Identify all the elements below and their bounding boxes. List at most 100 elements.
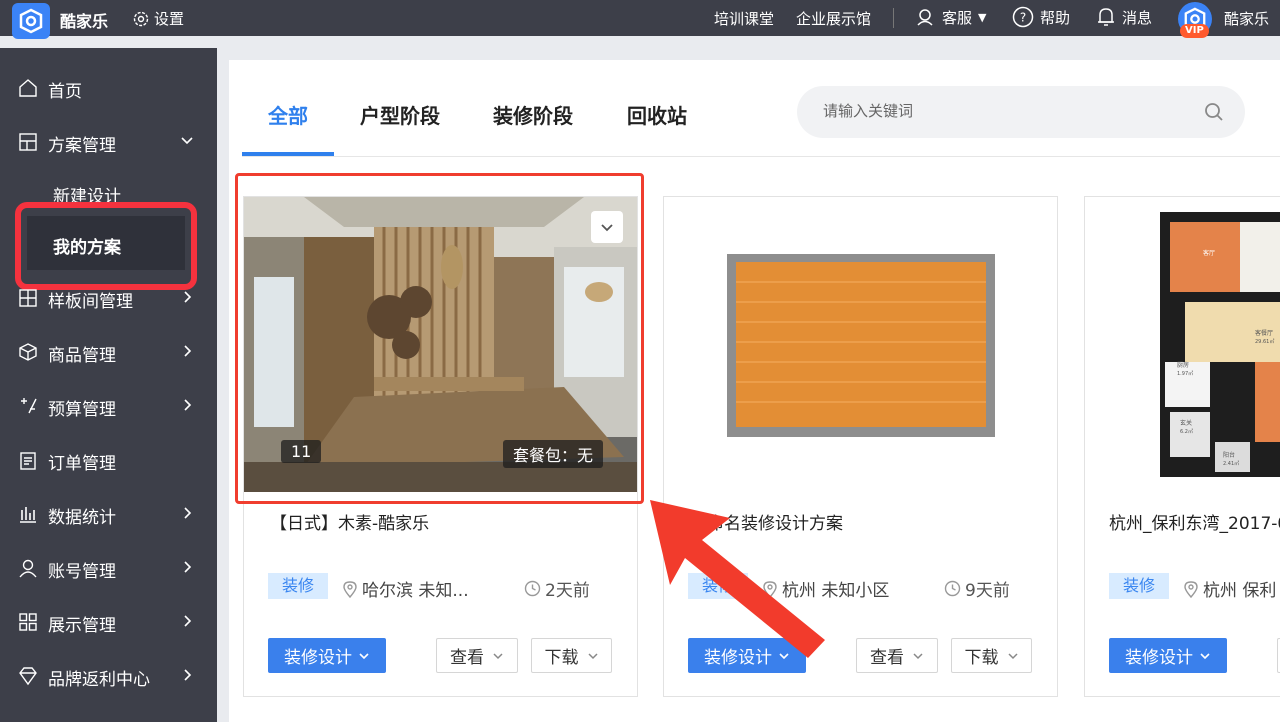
floor-render-image (727, 254, 995, 437)
button-label: 查看 (870, 648, 904, 668)
chevron-down-icon (181, 137, 193, 145)
sidebar-item-products[interactable]: 商品管理 (0, 332, 217, 372)
settings-button[interactable]: 设置 (132, 8, 184, 29)
stage-tag: 装修 (1109, 573, 1169, 599)
clock-icon (944, 580, 961, 597)
location-text: 哈尔滨 未知... (362, 581, 469, 601)
plan-thumbnail[interactable] (664, 197, 1057, 492)
chevron-right-icon (184, 507, 192, 519)
floorplan-label: 客餐厅 (1255, 329, 1273, 337)
chevron-right-icon (184, 291, 192, 303)
view-button[interactable]: 查看 (436, 638, 518, 673)
sidebar-item-label: 数据统计 (48, 508, 116, 528)
view-button[interactable]: 查看 (856, 638, 938, 673)
app-name: 酷家乐 (60, 12, 109, 31)
grid-icon (19, 289, 37, 307)
sidebar-item-orders[interactable]: 订单管理 (0, 440, 217, 480)
apps-icon (19, 613, 37, 631)
sidebar-item-display[interactable]: 展示管理 (0, 602, 217, 642)
tab-recycle-bin[interactable]: 回收站 (627, 100, 687, 129)
training-link[interactable]: 培训课堂 (714, 8, 774, 29)
plan-card[interactable]: 客厅 客餐厅 29.61㎡ 厨房 1.97㎡ 玄关 6.2㎡ 阳台 2.41㎡ … (1084, 196, 1280, 697)
sidebar-item-budget[interactable]: 预算管理 (0, 386, 217, 426)
tab-decoration-stage[interactable]: 装修阶段 (493, 100, 573, 129)
annotation-arrow (650, 500, 825, 658)
sidebar: 首页 方案管理 新建设计 我的方案 样板间管理 商品管理 预算管理 订单管理 数… (0, 48, 217, 722)
user-name[interactable]: 酷家乐 (1224, 8, 1269, 29)
chevron-right-icon (184, 615, 192, 627)
box-icon (19, 343, 37, 361)
plan-title[interactable]: 【日式】木素-酷家乐 (270, 509, 429, 534)
search-box[interactable]: 请输入关键词 (797, 86, 1245, 138)
home-icon (19, 79, 37, 97)
location-pin-icon (1184, 580, 1198, 598)
button-label: 装修设计 (1125, 648, 1193, 668)
sidebar-item-label: 展示管理 (48, 616, 116, 636)
sidebar-item-home[interactable]: 首页 (0, 68, 217, 108)
floorplan-area: 6.2㎡ (1180, 428, 1193, 435)
sidebar-item-brand-rebate[interactable]: 品牌返利中心 (0, 656, 217, 696)
chevron-right-icon (184, 345, 192, 357)
chevron-right-icon (184, 561, 192, 573)
calculator-icon (21, 398, 37, 414)
chevron-down-icon (1007, 652, 1018, 659)
sidebar-item-accounts[interactable]: 账号管理 (0, 548, 217, 588)
tab-all[interactable]: 全部 (268, 100, 308, 129)
stage-tag: 装修 (268, 573, 328, 599)
location-text: 杭州 保利 (1203, 581, 1277, 601)
gear-icon (133, 11, 149, 26)
tab-floorplan-stage[interactable]: 户型阶段 (360, 100, 440, 129)
decoration-design-button[interactable]: 装修设计 (268, 638, 386, 673)
updated-time: 2天前 (524, 576, 590, 601)
vip-badge: VIP (1180, 24, 1209, 38)
app-logo[interactable] (12, 3, 50, 39)
logo-icon (19, 8, 43, 34)
plan-thumbnail[interactable]: 客厅 客餐厅 29.61㎡ 厨房 1.97㎡ 玄关 6.2㎡ 阳台 2.41㎡ (1085, 197, 1280, 492)
card-highlight-box (235, 173, 644, 504)
help-label: 帮助 (1040, 8, 1071, 27)
decoration-design-button[interactable]: 装修设计 (1109, 638, 1227, 673)
user-icon (19, 559, 37, 578)
sidebar-item-label: 方案管理 (48, 136, 116, 156)
headset-icon (917, 9, 933, 26)
button-label: 装修设计 (284, 648, 352, 668)
chevron-down-icon (913, 652, 923, 659)
chevron-right-icon (184, 399, 192, 411)
floorplan-area: 29.61㎡ (1255, 338, 1274, 345)
sidebar-item-label: 样板间管理 (48, 292, 133, 312)
sidebar-item-sample-room[interactable]: 样板间管理 (0, 278, 217, 318)
plan-title[interactable]: 杭州_保利东湾_2017-0 (1109, 509, 1280, 534)
highlight-box (15, 202, 197, 290)
button-label: 下载 (964, 648, 999, 668)
location: 哈尔滨 未知... (342, 576, 469, 601)
diamond-icon (19, 667, 37, 686)
sidebar-item-label: 首页 (48, 82, 82, 102)
location: 杭州 保利 (1183, 576, 1276, 601)
layout-icon (19, 133, 37, 151)
download-button[interactable]: 下载 (951, 638, 1032, 673)
sidebar-item-label: 预算管理 (48, 400, 116, 420)
chevron-right-icon (184, 669, 192, 681)
button-label: 下载 (544, 648, 579, 668)
button-label: 查看 (450, 648, 484, 668)
service-menu[interactable]: 客服 ▼ (914, 6, 986, 28)
help-button[interactable]: ? 帮助 (1012, 6, 1070, 28)
chevron-down-icon (1200, 652, 1210, 659)
floorplan-label: 厨房 (1177, 361, 1189, 369)
messages-button[interactable]: 消息 (1096, 6, 1152, 28)
bar-chart-icon (20, 507, 36, 523)
sidebar-item-plan-management[interactable]: 方案管理 (0, 122, 217, 162)
sidebar-item-statistics[interactable]: 数据统计 (0, 494, 217, 534)
floorplan-label: 阳台 (1223, 451, 1235, 459)
sidebar-item-label: 商品管理 (48, 346, 116, 366)
service-label: 客服 (942, 8, 973, 27)
showroom-link[interactable]: 企业展示馆 (796, 8, 871, 29)
messages-label: 消息 (1122, 8, 1153, 27)
bell-icon (1098, 8, 1114, 26)
floorplan-label: 玄关 (1180, 419, 1192, 427)
download-button[interactable]: 下载 (531, 638, 612, 673)
updated-time: 9天前 (944, 576, 1010, 601)
search-icon[interactable] (1203, 101, 1225, 123)
sidebar-item-label: 订单管理 (48, 454, 116, 474)
floorplan-area: 2.41㎡ (1223, 460, 1239, 467)
